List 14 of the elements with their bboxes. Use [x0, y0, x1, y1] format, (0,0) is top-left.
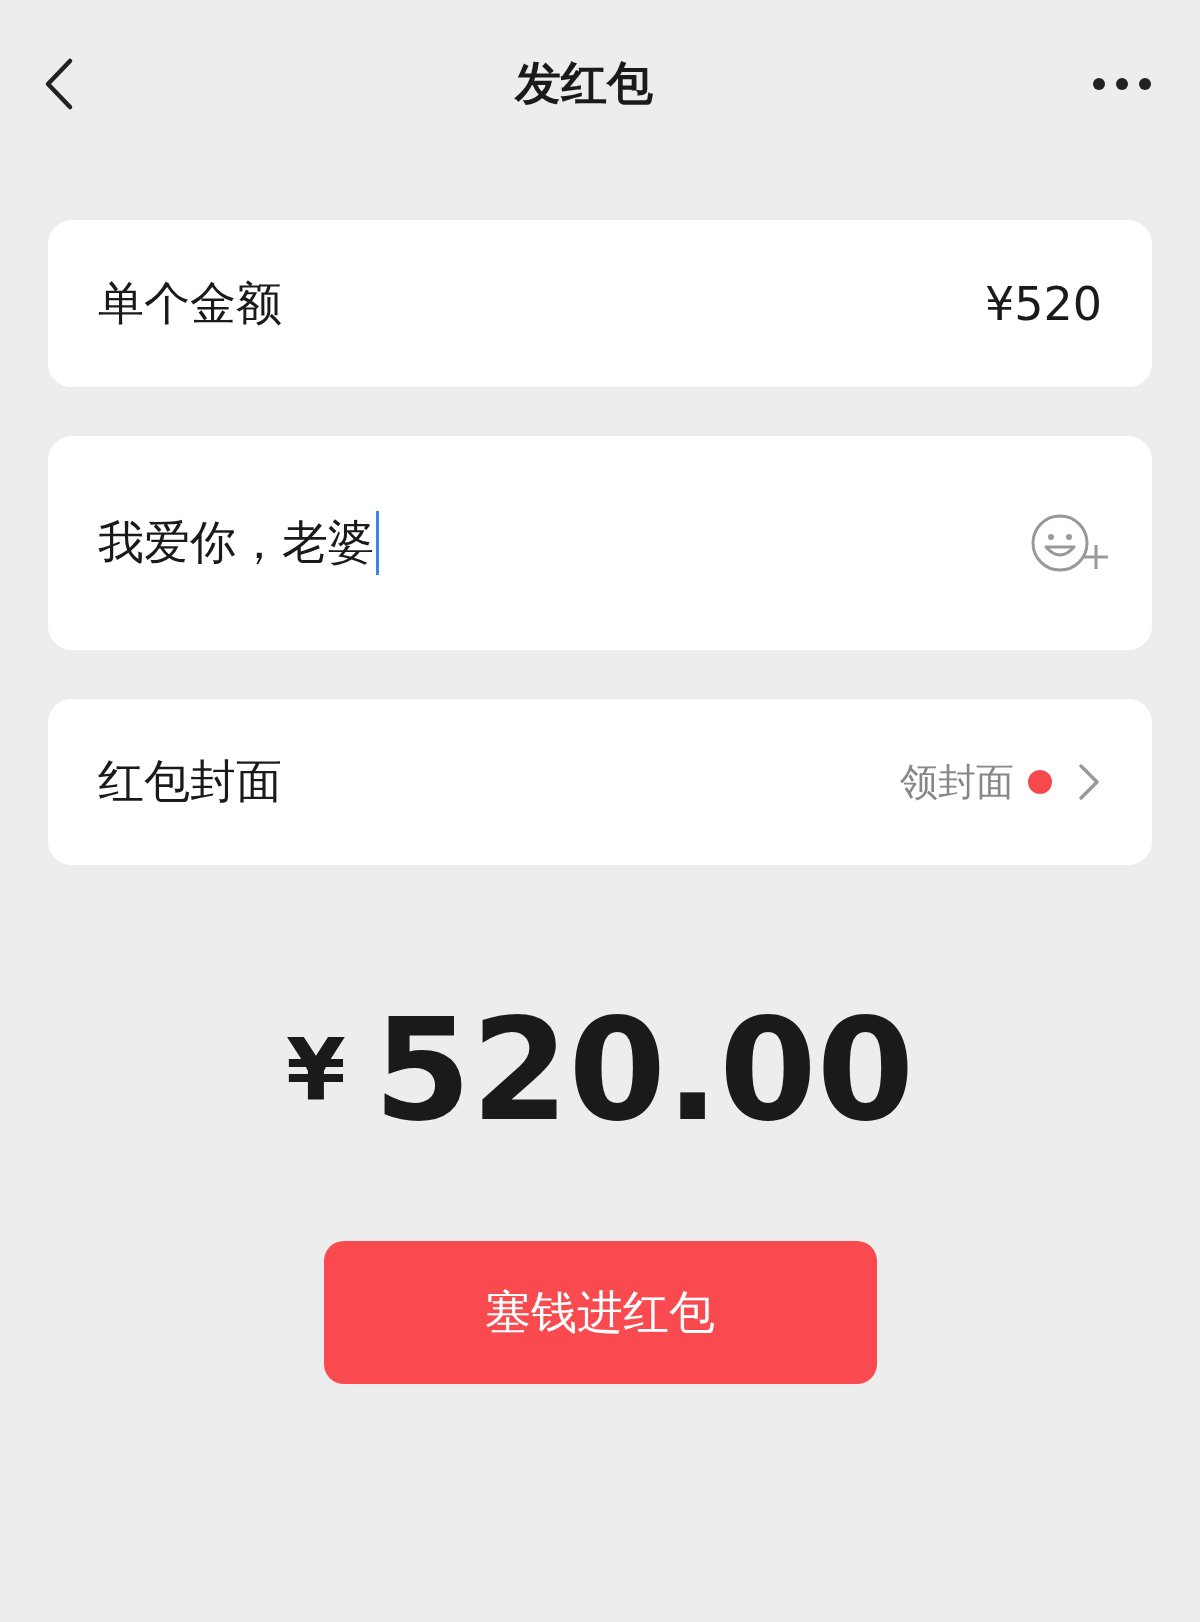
message-field[interactable]: 我爱你，老婆 — [48, 436, 1152, 650]
cover-action[interactable]: 领封面 — [900, 756, 1014, 808]
chevron-icon — [1078, 763, 1100, 801]
currency-symbol: ¥ — [285, 1019, 346, 1119]
emoji-plus-icon[interactable] — [1030, 513, 1108, 573]
amount-label: 单个金额 — [98, 274, 282, 332]
amount-value: ¥520 — [984, 276, 1102, 331]
total-amount: 520.00 — [373, 1001, 915, 1141]
amount-card[interactable]: 单个金额 ¥520 — [48, 220, 1152, 387]
cover-card[interactable]: 红包封面 领封面 — [48, 699, 1152, 865]
page-title: 发红包 — [515, 55, 653, 112]
cover-label: 红包封面 — [98, 753, 282, 810]
message-text: 我爱你，老婆 — [98, 514, 374, 571]
more-icon[interactable] — [1092, 76, 1152, 92]
